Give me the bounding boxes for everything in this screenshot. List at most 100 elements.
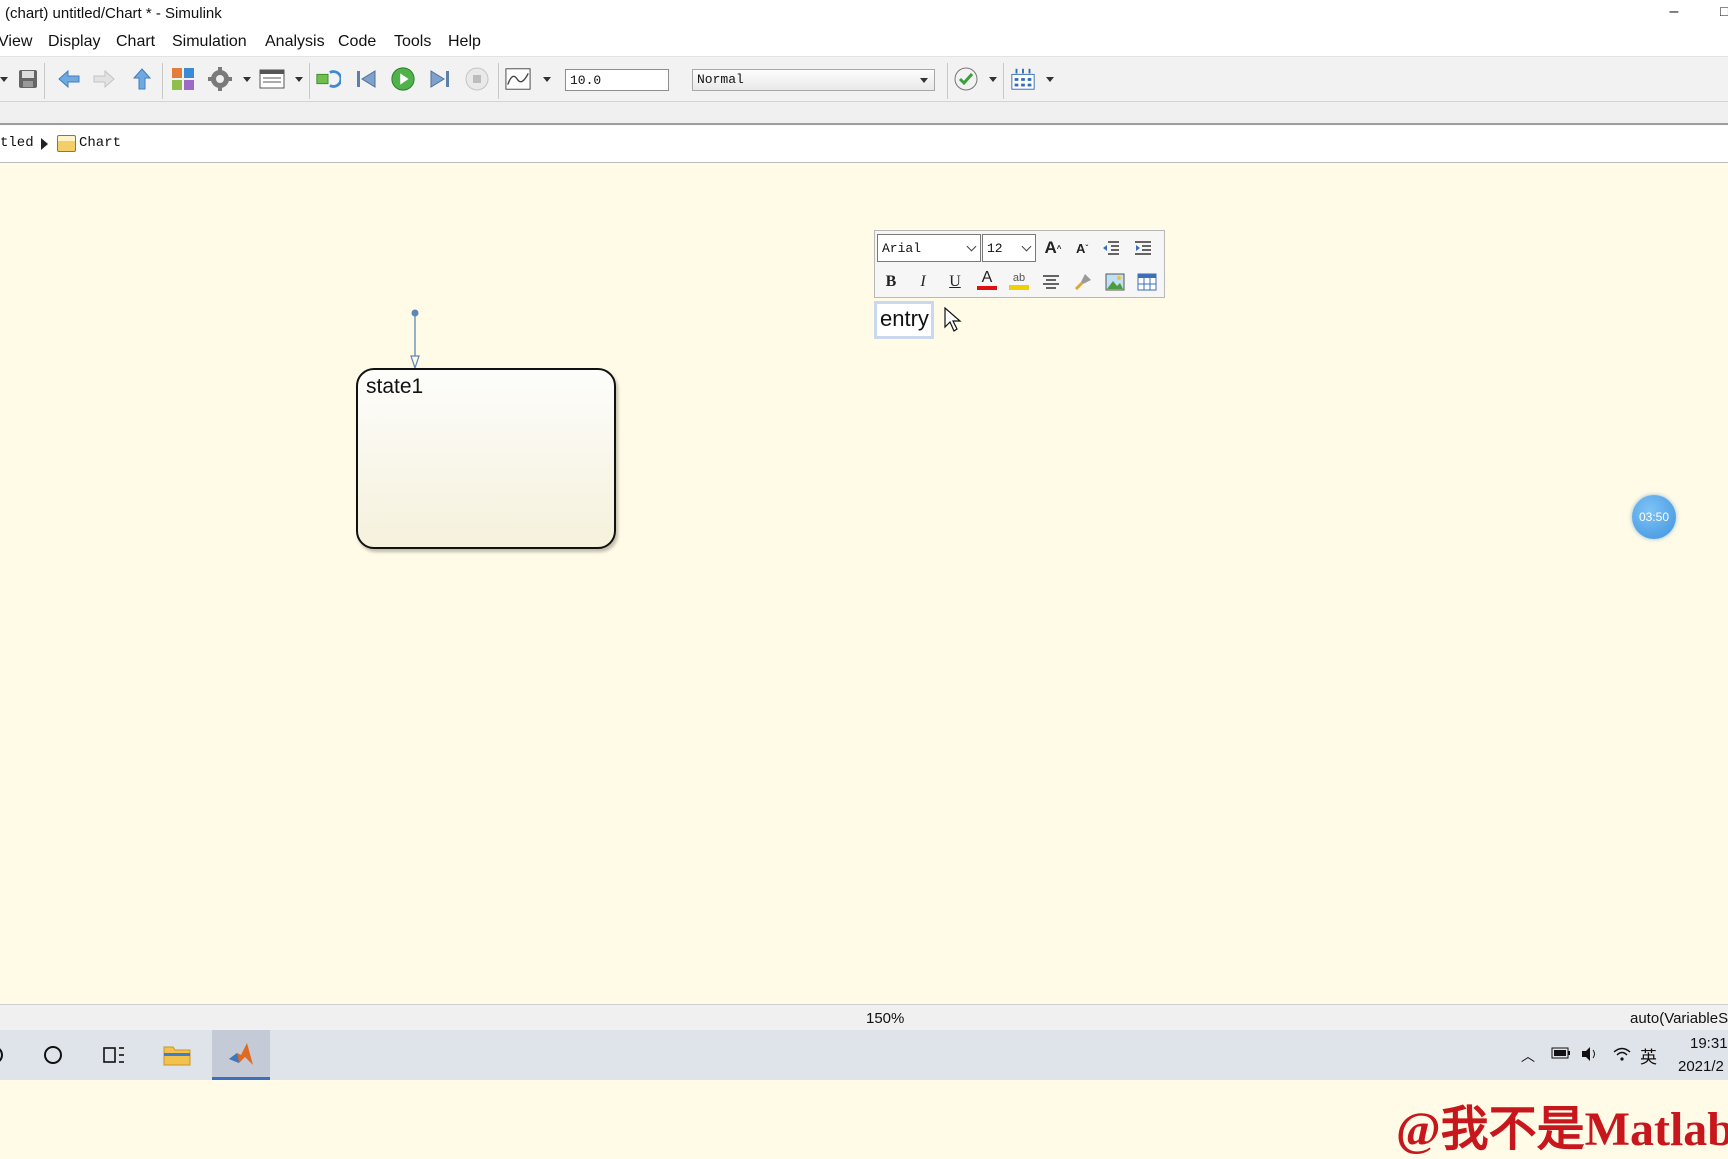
grow-font-icon: A [1044,238,1057,257]
battery-icon[interactable] [1551,1046,1571,1063]
wifi-icon[interactable] [1612,1046,1632,1065]
font-size-select[interactable]: 12 [982,234,1036,262]
stop-icon[interactable] [464,66,490,92]
clear-format-button[interactable] [1069,268,1097,296]
scope-icon[interactable] [505,66,531,92]
check-icon[interactable] [953,66,979,92]
library-browser-icon[interactable] [170,66,196,92]
toolbar-separator [309,63,310,99]
explorer-dropdown-icon[interactable] [295,77,303,82]
breadcrumb: tled Chart [0,126,1728,163]
highlight-button[interactable]: ab [1005,266,1033,294]
step-back-icon[interactable] [354,66,380,92]
up-icon[interactable] [129,66,155,92]
align-center-icon [1043,275,1059,289]
font-color-button[interactable]: A [973,266,1001,294]
breadcrumb-model[interactable]: tled [0,135,34,151]
menu-display[interactable]: Display [48,33,100,51]
indent-icon [1135,241,1151,255]
clock-time[interactable]: 19:31 [1690,1035,1728,1052]
breadcrumb-chart[interactable]: Chart [79,135,121,151]
zoom-level: 150% [866,1010,905,1027]
explorer-bar [0,102,1728,125]
chevron-right-icon [41,138,48,150]
timer-badge: 03:50 [1632,495,1676,539]
font-color-icon: A [981,269,993,286]
state-label[interactable]: state1 [366,375,423,399]
shrink-font-button[interactable]: Aˇ [1068,234,1096,262]
menu-tools[interactable]: Tools [394,33,431,51]
chevron-down-icon [1021,241,1032,252]
config-dropdown-icon[interactable] [243,77,251,82]
search-icon[interactable] [38,1040,68,1070]
mouse-cursor-icon [944,307,962,332]
increase-indent-button[interactable] [1129,234,1157,262]
maximize-button[interactable]: □ [1720,3,1728,25]
chart-canvas[interactable]: state1 03:50 @我不是Matlab [0,164,1728,1156]
status-bar: 150% auto(VariableS [0,1004,1728,1030]
align-center-button[interactable] [1037,268,1065,296]
taskbar: ︿ 英 19:31 2021/2 [0,1030,1728,1080]
toolbar-separator [44,63,45,99]
bold-button[interactable]: B [877,268,905,296]
menu-analysis[interactable]: Analysis [265,33,325,51]
check-dropdown-icon[interactable] [989,77,997,82]
menu-chart[interactable]: Chart [116,33,155,51]
menu-help[interactable]: Help [448,33,481,51]
grow-font-button[interactable]: A ^ [1039,234,1067,262]
default-transition[interactable] [408,309,422,371]
stop-time-input[interactable] [565,69,669,91]
simulation-mode-value: Normal [697,72,744,87]
debug-icon[interactable] [1010,66,1036,92]
open-dropdown-icon[interactable] [0,77,8,82]
model-config-icon[interactable] [207,66,233,92]
scope-dropdown-icon[interactable] [543,77,551,82]
menu-bar: View Display Chart Simulation Analysis C… [0,30,1728,56]
start-icon[interactable] [0,1040,16,1070]
ime-indicator[interactable]: 英 [1640,1043,1657,1068]
volume-icon[interactable] [1580,1046,1600,1065]
model-explorer-icon[interactable] [259,66,285,92]
chevron-down-icon [966,241,977,252]
simulation-mode-select[interactable]: Normal [692,69,935,91]
file-explorer-icon[interactable] [162,1040,192,1070]
toolbar-separator [947,63,948,99]
menu-view[interactable]: View [0,33,32,51]
solver-status[interactable]: auto(VariableS [1630,1010,1728,1027]
save-icon[interactable] [15,66,41,92]
matlab-icon [226,1040,256,1070]
toolbar-separator [162,63,163,99]
italic-button[interactable]: I [909,268,937,296]
chevron-down-icon [920,78,928,83]
tray-expand-icon[interactable]: ︿ [1521,1046,1535,1066]
annotation-text-editor[interactable]: entry [874,301,934,339]
menu-code[interactable]: Code [338,33,376,51]
task-view-icon[interactable] [99,1040,129,1070]
annotation-text[interactable]: entry [880,306,929,332]
watermark: @我不是Matlab [1396,1103,1728,1156]
shrink-font-icon: A [1075,240,1086,256]
highlight-icon: ab [1012,271,1026,284]
decrease-indent-button[interactable] [1097,234,1125,262]
update-icon[interactable] [315,66,341,92]
menu-simulation[interactable]: Simulation [172,33,247,51]
back-icon[interactable] [56,66,82,92]
step-forward-icon[interactable] [426,66,452,92]
run-icon[interactable] [390,66,416,92]
toolbar-separator [1003,63,1004,99]
forward-icon[interactable] [91,66,117,92]
minimize-button[interactable]: – [1663,3,1685,25]
toolbar: Normal [0,56,1728,102]
insert-image-button[interactable] [1101,268,1129,296]
clock-date[interactable]: 2021/2 [1678,1058,1724,1075]
font-family-value: Arial [882,241,922,256]
font-family-select[interactable]: Arial [877,234,981,262]
state-block[interactable]: state1 [356,368,616,549]
insert-table-button[interactable] [1133,268,1161,296]
table-icon [1137,273,1157,291]
debug-dropdown-icon[interactable] [1046,77,1054,82]
underline-button[interactable]: U [941,268,969,296]
brush-icon [1075,274,1091,290]
title-bar: (chart) untitled/Chart * - Simulink – □ [0,0,1728,30]
window-title: (chart) untitled/Chart * - Simulink [5,5,222,22]
